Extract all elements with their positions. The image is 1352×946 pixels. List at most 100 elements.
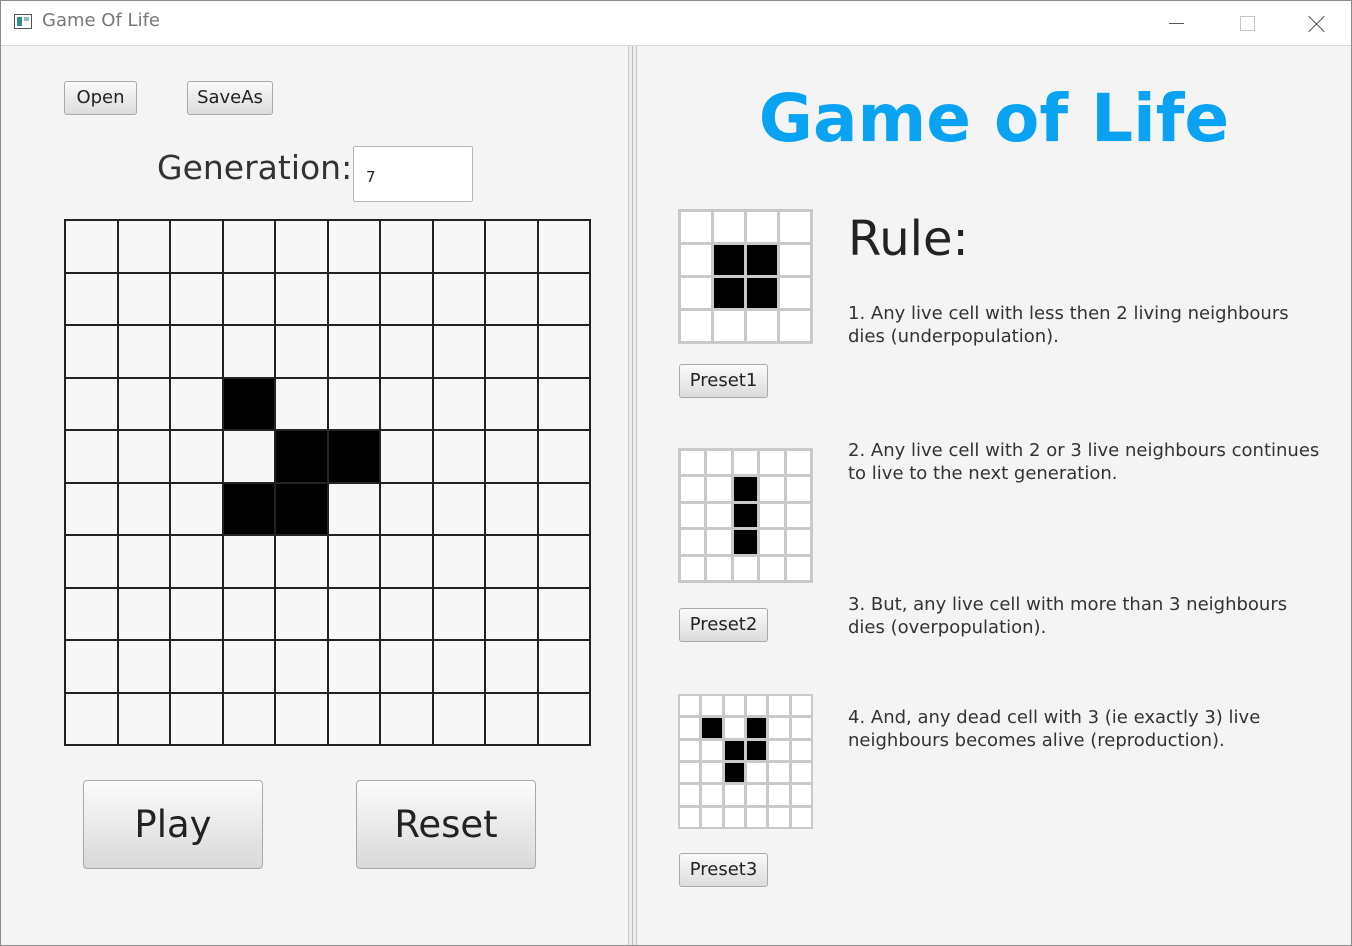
grid-cell[interactable]	[538, 221, 589, 272]
open-button[interactable]: Open	[64, 81, 137, 115]
grid-cell[interactable]	[223, 273, 274, 324]
grid-cell[interactable]	[118, 221, 169, 272]
grid-cell[interactable]	[118, 588, 169, 639]
reset-button[interactable]: Reset	[356, 780, 536, 869]
grid-cell[interactable]	[433, 221, 484, 272]
grid-cell[interactable]	[486, 221, 537, 272]
grid-cell[interactable]	[171, 273, 222, 324]
grid-cell[interactable]	[328, 483, 379, 534]
grid-cell[interactable]	[433, 536, 484, 587]
grid-cell[interactable]	[433, 588, 484, 639]
grid-cell[interactable]	[276, 693, 327, 744]
grid-cell[interactable]	[381, 378, 432, 429]
grid-cell[interactable]	[538, 693, 589, 744]
grid-cell[interactable]	[276, 641, 327, 692]
grid-cell[interactable]	[171, 221, 222, 272]
saveas-button[interactable]: SaveAs	[187, 81, 273, 115]
grid-cell[interactable]	[118, 693, 169, 744]
grid-cell[interactable]	[381, 431, 432, 482]
grid-cell[interactable]	[433, 641, 484, 692]
grid-cell[interactable]	[66, 221, 117, 272]
grid-cell[interactable]	[276, 221, 327, 272]
grid-cell[interactable]	[118, 378, 169, 429]
life-grid[interactable]	[64, 219, 591, 746]
grid-cell[interactable]	[538, 378, 589, 429]
grid-cell[interactable]	[486, 378, 537, 429]
grid-cell[interactable]	[433, 273, 484, 324]
grid-cell[interactable]	[223, 536, 274, 587]
grid-cell[interactable]	[328, 693, 379, 744]
grid-cell-alive[interactable]	[276, 483, 327, 534]
grid-cell[interactable]	[66, 588, 117, 639]
grid-cell-alive[interactable]	[223, 378, 274, 429]
grid-cell[interactable]	[276, 588, 327, 639]
grid-cell[interactable]	[486, 588, 537, 639]
grid-cell[interactable]	[486, 326, 537, 377]
grid-cell[interactable]	[66, 641, 117, 692]
grid-cell-alive[interactable]	[223, 483, 274, 534]
grid-cell[interactable]	[171, 588, 222, 639]
preset1-button[interactable]: Preset1	[679, 364, 768, 398]
grid-cell[interactable]	[486, 431, 537, 482]
maximize-icon[interactable]	[1211, 1, 1281, 45]
grid-cell[interactable]	[276, 536, 327, 587]
grid-cell[interactable]	[538, 536, 589, 587]
grid-cell[interactable]	[171, 431, 222, 482]
grid-cell[interactable]	[328, 273, 379, 324]
grid-cell[interactable]	[381, 273, 432, 324]
grid-cell[interactable]	[66, 693, 117, 744]
grid-cell[interactable]	[328, 641, 379, 692]
grid-cell[interactable]	[118, 326, 169, 377]
grid-cell[interactable]	[538, 273, 589, 324]
grid-cell[interactable]	[538, 483, 589, 534]
grid-cell[interactable]	[223, 431, 274, 482]
grid-cell[interactable]	[66, 536, 117, 587]
grid-cell[interactable]	[381, 536, 432, 587]
title-bar[interactable]: Game Of Life	[1, 1, 1351, 46]
generation-input[interactable]	[353, 146, 473, 202]
grid-cell[interactable]	[381, 326, 432, 377]
grid-cell[interactable]	[66, 483, 117, 534]
grid-cell[interactable]	[171, 378, 222, 429]
grid-cell[interactable]	[328, 536, 379, 587]
grid-cell[interactable]	[276, 326, 327, 377]
close-icon[interactable]	[1281, 1, 1351, 45]
grid-cell[interactable]	[381, 221, 432, 272]
grid-cell[interactable]	[433, 378, 484, 429]
minimize-icon[interactable]	[1141, 1, 1211, 45]
grid-cell[interactable]	[433, 483, 484, 534]
grid-cell[interactable]	[328, 221, 379, 272]
grid-cell[interactable]	[538, 641, 589, 692]
grid-cell[interactable]	[486, 273, 537, 324]
grid-cell[interactable]	[538, 326, 589, 377]
grid-cell[interactable]	[486, 693, 537, 744]
grid-cell[interactable]	[171, 536, 222, 587]
grid-cell[interactable]	[328, 378, 379, 429]
grid-cell[interactable]	[381, 641, 432, 692]
preset2-button[interactable]: Preset2	[679, 608, 768, 642]
grid-cell-alive[interactable]	[328, 431, 379, 482]
grid-cell[interactable]	[118, 536, 169, 587]
grid-cell[interactable]	[486, 483, 537, 534]
grid-cell[interactable]	[118, 483, 169, 534]
grid-cell[interactable]	[66, 431, 117, 482]
grid-cell[interactable]	[433, 326, 484, 377]
grid-cell[interactable]	[276, 378, 327, 429]
grid-cell[interactable]	[66, 273, 117, 324]
grid-cell[interactable]	[223, 641, 274, 692]
grid-cell-alive[interactable]	[276, 431, 327, 482]
grid-cell[interactable]	[433, 693, 484, 744]
grid-cell[interactable]	[486, 641, 537, 692]
grid-cell[interactable]	[171, 693, 222, 744]
preset3-button[interactable]: Preset3	[679, 853, 768, 887]
grid-cell[interactable]	[538, 431, 589, 482]
grid-cell[interactable]	[433, 431, 484, 482]
grid-cell[interactable]	[223, 588, 274, 639]
grid-cell[interactable]	[171, 326, 222, 377]
grid-cell[interactable]	[381, 693, 432, 744]
grid-cell[interactable]	[381, 588, 432, 639]
grid-cell[interactable]	[118, 641, 169, 692]
grid-cell[interactable]	[118, 431, 169, 482]
grid-cell[interactable]	[276, 273, 327, 324]
grid-cell[interactable]	[328, 588, 379, 639]
